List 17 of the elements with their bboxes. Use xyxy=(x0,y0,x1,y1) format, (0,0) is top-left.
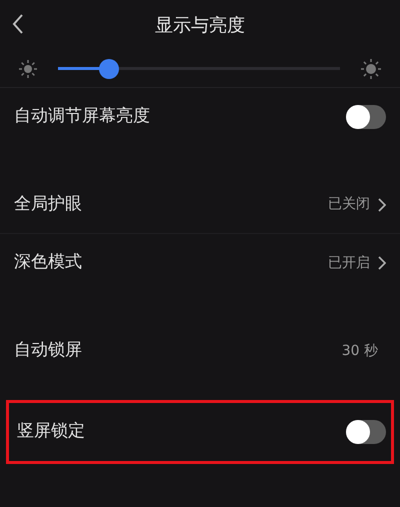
page-title: 显示与亮度 xyxy=(155,14,245,38)
chevron-right-icon[interactable] xyxy=(378,256,386,270)
back-icon[interactable] xyxy=(12,13,24,35)
setting-label: 自动锁屏 xyxy=(14,339,82,362)
dim-sun-icon xyxy=(18,58,38,78)
setting-label: 竖屏锁定 xyxy=(17,420,85,444)
toggle-switch[interactable] xyxy=(346,105,386,129)
toggle-switch[interactable] xyxy=(346,420,386,444)
bright-sun-icon xyxy=(360,58,382,80)
setting-value: 已关闭 xyxy=(328,195,370,214)
setting-value: 30 秒 xyxy=(342,342,378,360)
chevron-right-icon[interactable] xyxy=(378,198,386,212)
slider-thumb[interactable] xyxy=(98,58,119,78)
setting-value: 已开启 xyxy=(328,254,370,272)
setting-label: 深色模式 xyxy=(14,251,82,274)
setting-label: 自动调节屏幕亮度 xyxy=(14,105,150,128)
setting-label: 全局护眼 xyxy=(14,192,82,216)
